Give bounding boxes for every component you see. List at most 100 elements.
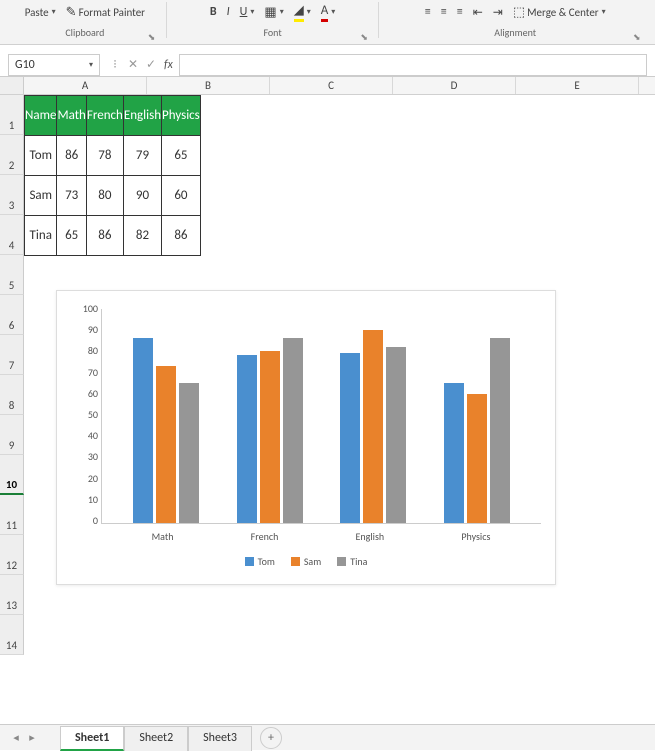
row-header[interactable]: 11 [0, 495, 24, 535]
chart-x-axis-labels: MathFrenchEnglishPhysics [101, 524, 541, 543]
row-header[interactable]: 13 [0, 575, 24, 615]
italic-button[interactable]: I [224, 4, 233, 20]
table-cell[interactable]: 60 [162, 176, 201, 216]
table-cell[interactable]: Tom [25, 136, 57, 176]
sheet-tab[interactable]: Sheet2 [124, 726, 188, 751]
clipboard-group-label: Clipboard [10, 26, 160, 41]
fill-color-button[interactable]: ◢▾ [291, 2, 314, 23]
align-bottom-button[interactable]: ≡ [454, 4, 466, 20]
row-header[interactable]: 2 [0, 135, 24, 175]
tab-nav-next[interactable]: ▸ [24, 731, 40, 744]
table-cell[interactable]: Tina [25, 216, 57, 256]
ribbon-group-alignment: ≡ ≡ ≡ ⇤ ⇥ ⬚ Merge & Center▾ Alignment ⬊ [385, 0, 645, 44]
name-box[interactable]: G10 ▾ [8, 54, 100, 76]
row-header[interactable]: 7 [0, 335, 24, 375]
table-header[interactable]: Math [57, 96, 86, 136]
chart-bar [386, 347, 406, 523]
bold-button[interactable]: B [207, 4, 220, 20]
font-color-icon: A [321, 3, 329, 22]
add-sheet-button[interactable]: + [260, 727, 282, 749]
legend-item: Sam [291, 555, 321, 568]
alignment-group-label: Alignment [385, 26, 645, 41]
column-header[interactable]: C [270, 77, 393, 94]
chart-bar [179, 383, 199, 523]
tab-nav-prev[interactable]: ◂ [8, 731, 24, 744]
chart-bar [237, 355, 257, 523]
row-header[interactable]: 3 [0, 175, 24, 215]
chart-bar [156, 366, 176, 523]
row-header[interactable]: 14 [0, 615, 24, 655]
dialog-launcher-icon[interactable]: ⬊ [148, 32, 158, 42]
sheet-tab[interactable]: Sheet3 [188, 726, 252, 751]
table-cell[interactable]: 86 [57, 136, 86, 176]
table-cell[interactable]: Sam [25, 176, 57, 216]
row-header[interactable]: 10 [0, 455, 24, 495]
table-header[interactable]: French [86, 96, 123, 136]
table-cell[interactable]: 86 [86, 216, 123, 256]
table-header[interactable]: English [123, 96, 161, 136]
table-cell[interactable]: 90 [123, 176, 161, 216]
data-table: NameMathFrenchEnglishPhysicsTom86787965S… [24, 95, 201, 256]
select-all-corner[interactable] [0, 77, 24, 94]
sheet-tab[interactable]: Sheet1 [60, 726, 124, 751]
chart-bar [363, 330, 383, 524]
format-painter-button[interactable]: ✎ Format Painter [63, 4, 148, 21]
legend-item: Tom [245, 555, 275, 568]
column-header[interactable]: E [516, 77, 639, 94]
chart-bar [133, 338, 153, 523]
sep-icon: ⁝ [106, 57, 124, 72]
dialog-launcher-icon[interactable]: ⬊ [633, 32, 643, 42]
chart-bar [467, 394, 487, 523]
chart-bars [102, 309, 541, 523]
paste-button[interactable]: Paste▾ [22, 5, 59, 20]
align-middle-button[interactable]: ≡ [438, 4, 450, 20]
column-header[interactable]: D [393, 77, 516, 94]
row-header[interactable]: 6 [0, 295, 24, 335]
borders-icon: ▦ [264, 5, 276, 20]
underline-button[interactable]: U▾ [237, 4, 258, 20]
chart-bar [444, 383, 464, 523]
table-cell[interactable]: 79 [123, 136, 161, 176]
ribbon: Paste▾ ✎ Format Painter Clipboard ⬊ B I … [0, 0, 655, 45]
fx-label[interactable]: fx [164, 58, 173, 72]
chart-bar [490, 338, 510, 523]
table-cell[interactable]: 65 [162, 136, 201, 176]
table-cell[interactable]: 86 [162, 216, 201, 256]
table-header[interactable]: Physics [162, 96, 201, 136]
table-cell[interactable]: 65 [57, 216, 86, 256]
font-group-label: Font [173, 26, 373, 41]
row-header[interactable]: 9 [0, 415, 24, 455]
column-header[interactable]: B [147, 77, 270, 94]
row-header[interactable]: 4 [0, 215, 24, 255]
chart-bar [260, 351, 280, 523]
paint-bucket-icon: ◢ [294, 3, 304, 22]
row-headers: 1234567891011121314 [0, 95, 24, 655]
row-header[interactable]: 1 [0, 95, 24, 135]
row-header[interactable]: 5 [0, 255, 24, 295]
brush-icon: ✎ [66, 5, 77, 20]
accept-formula-button[interactable]: ✓ [142, 57, 160, 72]
chart[interactable]: 1009080706050403020100 MathFrenchEnglish… [56, 290, 556, 585]
merge-center-button[interactable]: ⬚ Merge & Center▾ [510, 4, 609, 21]
cancel-formula-button[interactable]: ✕ [124, 57, 142, 72]
table-header[interactable]: Name [25, 96, 57, 136]
increase-indent-button[interactable]: ⇥ [490, 4, 506, 21]
decrease-indent-button[interactable]: ⇤ [470, 4, 486, 21]
dialog-launcher-icon[interactable]: ⬊ [360, 32, 370, 42]
chart-legend: Tom Sam Tina [71, 555, 541, 568]
table-cell[interactable]: 82 [123, 216, 161, 256]
formula-input[interactable] [179, 54, 647, 76]
column-header[interactable]: A [24, 77, 147, 94]
legend-item: Tina [337, 555, 367, 568]
column-headers: ABCDE [0, 77, 655, 95]
align-top-button[interactable]: ≡ [422, 4, 434, 20]
row-header[interactable]: 8 [0, 375, 24, 415]
formula-bar: G10 ▾ ⁝ ✕ ✓ fx [0, 53, 655, 77]
table-cell[interactable]: 73 [57, 176, 86, 216]
table-cell[interactable]: 78 [86, 136, 123, 176]
table-cell[interactable]: 80 [86, 176, 123, 216]
chart-y-axis-labels: 1009080706050403020100 [74, 302, 98, 527]
row-header[interactable]: 12 [0, 535, 24, 575]
font-color-button[interactable]: A▾ [318, 2, 339, 23]
borders-button[interactable]: ▦▾ [261, 4, 286, 21]
